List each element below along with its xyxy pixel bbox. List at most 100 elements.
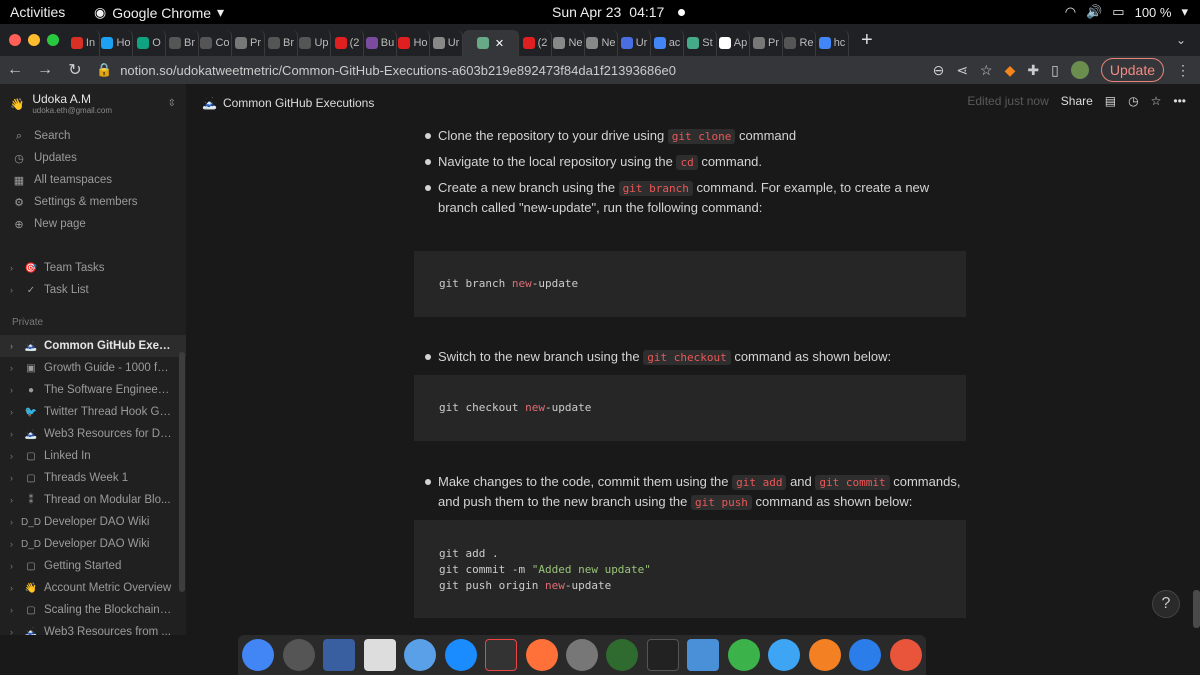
browser-dock-icon[interactable] (768, 639, 801, 671)
chrome-dock-icon[interactable] (242, 639, 275, 671)
address-bar[interactable]: 🔒 notion.so/udokatweetmetric/Common-GitHu… (96, 60, 996, 80)
share-button[interactable]: Share (1061, 94, 1093, 108)
sidebar-page[interactable]: › ⁑ Thread on Modular Blo... (0, 489, 186, 511)
reload-icon[interactable]: ↻ (60, 60, 90, 80)
chevron-right-icon[interactable]: › (10, 285, 18, 295)
files-dock-icon[interactable] (687, 639, 720, 671)
browser-tab[interactable]: Ne (552, 30, 585, 56)
comments-icon[interactable]: ▤ (1105, 94, 1116, 108)
sidebar-page[interactable]: › 🗻 Web3 Resources for De... (0, 423, 186, 445)
browser-tab[interactable]: St (684, 30, 717, 56)
settings-dock-icon[interactable] (282, 639, 315, 671)
browser-tab[interactable]: ✕ (463, 30, 519, 56)
sidebar-page[interactable]: › 👋 Account Metric Overview (0, 577, 186, 599)
zoom-icon[interactable]: ⊖ (933, 62, 945, 79)
code-block-commit[interactable]: git add . git commit -m "Added new updat… (414, 520, 966, 618)
update-button[interactable]: Update (1100, 58, 1164, 82)
close-tab-icon[interactable]: ✕ (495, 37, 504, 50)
browser-tab[interactable]: (2 (519, 30, 552, 56)
bullet-branch[interactable]: Create a new branch using the git branch… (414, 178, 966, 217)
chevron-right-icon[interactable]: › (10, 407, 18, 417)
browser-tab[interactable]: (2 (331, 30, 364, 56)
sidebar-nav-item[interactable]: ⊕ New page (0, 213, 186, 235)
sidebar-nav-item[interactable]: ⌕ Search (0, 125, 186, 147)
sidebar-nav-item[interactable]: ⚙ Settings & members (0, 191, 186, 213)
sidebar-page[interactable]: › ▢ Scaling the Blockchain ... (0, 599, 186, 621)
sidebar-page[interactable]: › 🎯 Team Tasks (0, 257, 186, 279)
share-icon[interactable]: ⋖ (956, 62, 968, 79)
browser-tab[interactable]: Ho (100, 30, 133, 56)
sidebar-page[interactable]: › D_D Developer DAO Wiki (0, 533, 186, 555)
chevron-right-icon[interactable]: › (10, 451, 18, 461)
chevron-right-icon[interactable]: › (10, 341, 18, 351)
globe-dock-icon[interactable] (849, 639, 882, 671)
bullet-commit-push[interactable]: Make changes to the code, commit them us… (414, 472, 966, 512)
new-tab-button[interactable]: + (861, 29, 873, 52)
tab-search-icon[interactable]: ⌄ (1176, 33, 1186, 47)
profile-avatar[interactable] (1070, 61, 1089, 79)
sidebar-nav-item[interactable]: ▦ All teamspaces (0, 169, 186, 191)
browser-tab[interactable]: Ur (430, 30, 463, 56)
help-button[interactable]: ? (1152, 590, 1180, 618)
sidebar-page[interactable]: › ▢ Getting Started (0, 555, 186, 577)
chevron-right-icon[interactable]: › (10, 385, 18, 395)
close-window-button[interactable] (9, 34, 21, 46)
extensions-dock-icon[interactable] (727, 639, 760, 671)
clock[interactable]: Sun Apr 23 04:17 (552, 4, 686, 20)
browser-tab[interactable]: Br (166, 30, 199, 56)
bookmark-star-icon[interactable]: ☆ (980, 62, 993, 79)
more-menu-icon[interactable]: ⋮ (1176, 62, 1190, 79)
firefox-dock-icon[interactable] (525, 639, 558, 671)
browser-tab[interactable]: Bu (364, 30, 397, 56)
breadcrumb[interactable]: 🗻 Common GitHub Executions (202, 96, 374, 110)
sidebar-page[interactable]: › ▢ Linked In (0, 445, 186, 467)
browser-tab[interactable]: ac (651, 30, 684, 56)
trash-dock-icon[interactable] (363, 639, 396, 671)
more-options-icon[interactable]: ••• (1173, 94, 1186, 108)
browser-tab[interactable]: Ho (397, 30, 430, 56)
unknown-app-dock-icon[interactable] (485, 639, 518, 671)
browser-tab[interactable]: O (133, 30, 166, 56)
browser-tab[interactable]: Re (783, 30, 816, 56)
metamask-icon[interactable]: ◆ (1005, 62, 1016, 79)
sidebar-page[interactable]: › ● The Software Engineer ... (0, 379, 186, 401)
browser-tab[interactable]: Pr (232, 30, 265, 56)
chevron-right-icon[interactable]: › (10, 517, 18, 527)
minimize-window-button[interactable] (28, 34, 40, 46)
sidepanel-icon[interactable]: ▯ (1051, 62, 1059, 79)
finder-dock-icon[interactable] (404, 639, 437, 671)
chevron-right-icon[interactable]: › (10, 605, 18, 615)
sidebar-page[interactable]: › 🗻 Web3 Resources from ... (0, 621, 186, 635)
bullet-clone[interactable]: Clone the repository to your drive using… (414, 126, 966, 146)
page-scrollbar[interactable] (1193, 590, 1200, 628)
terminal-green-dock-icon[interactable] (606, 639, 639, 671)
back-icon[interactable]: ← (0, 61, 30, 79)
sidebar-nav-item[interactable]: ◷ Updates (0, 147, 186, 169)
chevron-right-icon[interactable]: › (10, 363, 18, 373)
browser-tab[interactable]: Ne (585, 30, 618, 56)
sidebar-page[interactable]: › 🗻 Common GitHub Exec... (0, 335, 186, 357)
browser-tab[interactable]: hc (816, 30, 849, 56)
sidebar-page[interactable]: › ▢ Threads Week 1 (0, 467, 186, 489)
browser-tab[interactable]: Ap (717, 30, 750, 56)
maximize-window-button[interactable] (47, 34, 59, 46)
favorite-star-icon[interactable]: ☆ (1151, 94, 1162, 108)
screenshot-dock-icon[interactable] (323, 639, 356, 671)
browser-tab[interactable]: Pr (750, 30, 783, 56)
chevron-right-icon[interactable]: › (10, 627, 18, 635)
appstore-dock-icon[interactable] (444, 639, 477, 671)
vlc-dock-icon[interactable] (808, 639, 841, 671)
bullet-checkout[interactable]: Switch to the new branch using the git c… (414, 347, 966, 367)
chevron-right-icon[interactable]: › (10, 561, 18, 571)
chevron-right-icon[interactable]: › (10, 583, 18, 593)
system-settings-dock-icon[interactable] (565, 639, 598, 671)
sidebar-page[interactable]: › D_D Developer DAO Wiki (0, 511, 186, 533)
browser-tab[interactable]: Up (298, 30, 331, 56)
code-block-branch[interactable]: git branch new-update (414, 251, 966, 317)
system-tray[interactable]: ◠ 🔊 ▭ 100 % ▾ (1065, 4, 1188, 20)
forward-icon[interactable]: → (30, 61, 60, 79)
browser-tab[interactable]: Br (265, 30, 298, 56)
chevron-right-icon[interactable]: › (10, 429, 18, 439)
browser-tab[interactable]: Co (199, 30, 232, 56)
chevron-right-icon[interactable]: › (10, 473, 18, 483)
